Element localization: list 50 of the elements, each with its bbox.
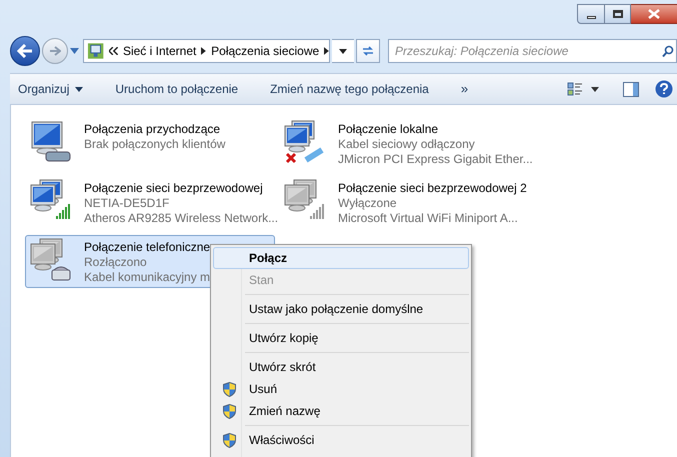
refresh-icon — [361, 45, 375, 57]
menu-item[interactable]: Usuń — [213, 378, 469, 400]
toolbar-button[interactable]: Uruchom to połączenie — [115, 80, 238, 98]
minimize-button[interactable] — [577, 4, 605, 24]
arrow-right-icon[interactable] — [201, 47, 206, 55]
caret-icon — [339, 48, 347, 54]
menu-item[interactable]: Ustaw jako połączenie domyślne — [213, 298, 469, 320]
menu-item[interactable]: Utwórz kopię — [213, 327, 469, 349]
connection-name: Połączenie sieci bezprzewodowej — [84, 181, 264, 196]
network-folder-icon — [87, 42, 104, 60]
history-dropdown-icon[interactable] — [70, 48, 79, 54]
maximize-button[interactable] — [605, 4, 631, 24]
close-button[interactable] — [631, 4, 677, 24]
back-button[interactable] — [10, 36, 40, 66]
more-button[interactable]: » — [460, 79, 468, 99]
connection-item[interactable]: Połączenia przychodzące Brak połączonych klientów — [25, 117, 275, 170]
chevron-left-icon — [109, 47, 118, 55]
help-icon[interactable] — [655, 80, 673, 98]
close-icon — [648, 9, 660, 19]
view-options-icon[interactable] — [567, 81, 583, 97]
dropdown-button[interactable] — [332, 39, 354, 63]
connection-detail: JMicron PCI Express Gigabit Ether... — [338, 152, 533, 167]
refresh-button[interactable] — [356, 39, 380, 63]
toolbar-button[interactable]: Organizuj — [18, 80, 84, 98]
connection-name: Połączenie telefoniczne — [84, 240, 210, 255]
breadcrumb[interactable]: Sieć i Internet — [122, 42, 196, 60]
caret-icon[interactable] — [591, 86, 599, 92]
search-icon — [662, 44, 674, 58]
arrow-right-icon[interactable] — [324, 47, 330, 55]
menu-item[interactable]: Utwórz skrót — [213, 356, 469, 378]
connection-detail: Rozłączono — [84, 255, 148, 270]
connection-detail: Kabel komunikacyjny m — [84, 270, 210, 285]
preview-pane-icon[interactable] — [623, 82, 639, 96]
connection-detail: Microsoft Virtual WiFi Miniport A... — [338, 211, 519, 226]
menu-item[interactable]: Zmień nazwę — [213, 400, 469, 422]
connection-detail: Wyłączone — [338, 196, 398, 211]
menu-item[interactable]: Właściwości — [213, 429, 469, 451]
connection-detail: NETIA-DE5D1F — [84, 196, 170, 211]
toolbar-button[interactable]: Zmień nazwę tego połączenia — [270, 80, 429, 98]
arrow-right-icon — [49, 46, 61, 56]
breadcrumb[interactable]: Połączenia sieciowe — [211, 42, 320, 60]
connection-detail: Kabel sieciowy odłączony — [338, 137, 476, 152]
connection-name: Połączenie sieci bezprzewodowej 2 — [338, 181, 527, 196]
connection-item[interactable]: Połączenie lokalne Kabel sieciowy odłączony JMicron PCI Express Gigabit Ether... — [279, 117, 549, 170]
address-bar[interactable]: Sieć i Internet Połączenia sieciowe — [83, 39, 330, 63]
connection-name: Połączenia przychodzące — [84, 122, 222, 137]
menu-item[interactable]: Połącz — [213, 247, 469, 269]
connection-detail: Brak połączonych klientów — [84, 137, 226, 152]
connection-name: Połączenie lokalne — [338, 122, 440, 137]
arrow-left-icon — [17, 44, 33, 58]
